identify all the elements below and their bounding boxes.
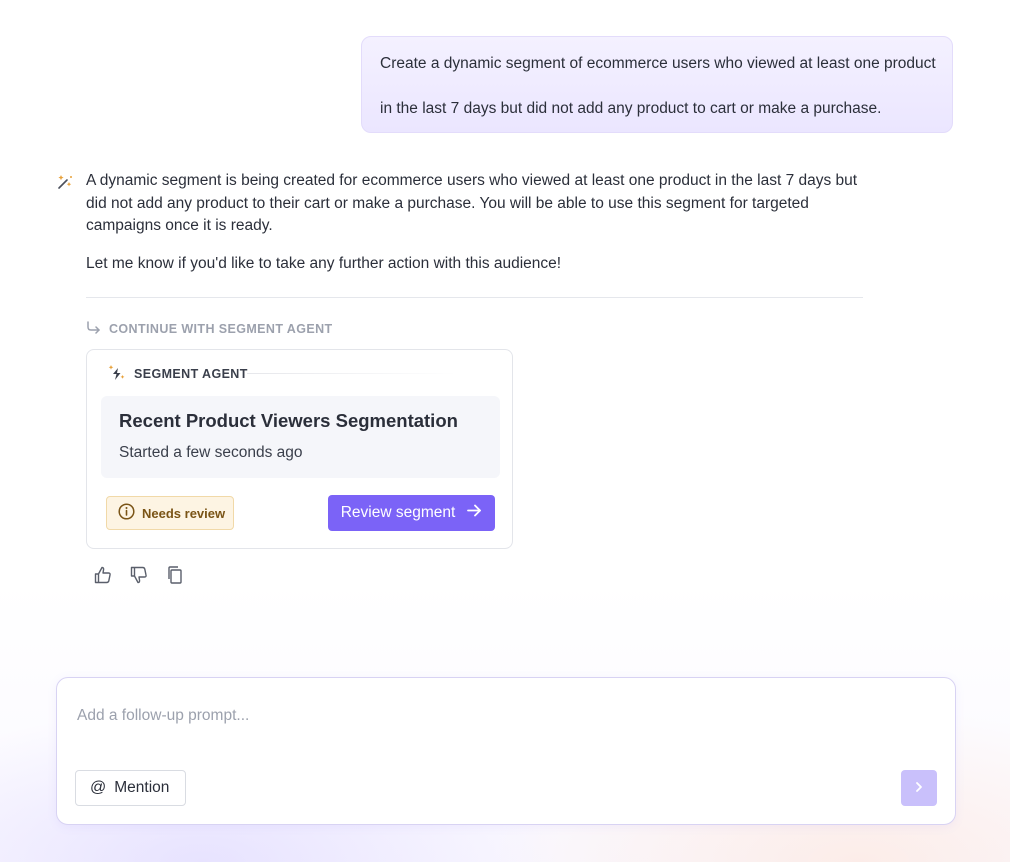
segment-summary: Recent Product Viewers Segmentation Star… xyxy=(101,396,500,478)
chevron-right-icon xyxy=(914,781,924,796)
continue-with-agent-label: CONTINUE WITH SEGMENT AGENT xyxy=(86,320,333,338)
divider xyxy=(86,297,863,298)
mention-button[interactable]: @ Mention xyxy=(75,770,186,806)
copy-icon[interactable] xyxy=(165,565,185,585)
user-message-line-2: in the last 7 days but did not add any p… xyxy=(380,100,882,117)
thumbs-down-icon[interactable] xyxy=(129,565,149,585)
reply-arrow-icon xyxy=(86,321,101,337)
assistant-message: A dynamic segment is being created for e… xyxy=(86,170,866,275)
assistant-paragraph-2: Let me know if you'd like to take any fu… xyxy=(86,254,562,272)
message-actions xyxy=(93,565,185,585)
send-button[interactable] xyxy=(901,770,937,806)
mention-label: Mention xyxy=(114,779,170,796)
review-segment-button[interactable]: Review segment xyxy=(328,495,495,531)
segment-started-time: Started a few seconds ago xyxy=(119,444,303,461)
assistant-paragraph-1: A dynamic segment is being created for e… xyxy=(86,172,858,234)
status-badge: Needs review xyxy=(106,496,234,530)
segment-agent-card: SEGMENT AGENT Recent Product Viewers Seg… xyxy=(86,349,513,549)
header-rule xyxy=(247,373,457,374)
at-sign-icon: @ xyxy=(90,779,107,796)
prompt-composer: @ Mention xyxy=(56,677,956,825)
info-icon xyxy=(118,503,135,523)
continue-label-text: CONTINUE WITH SEGMENT AGENT xyxy=(109,322,333,336)
status-badge-label: Needs review xyxy=(142,505,226,521)
follow-up-prompt-input[interactable] xyxy=(77,704,917,728)
arrow-right-icon xyxy=(467,504,482,522)
segment-title: Recent Product Viewers Segmentation xyxy=(119,410,458,431)
agent-card-header: SEGMENT AGENT xyxy=(107,364,248,384)
magic-wand-icon xyxy=(56,173,74,191)
thumbs-up-icon[interactable] xyxy=(93,565,113,585)
sparkle-bolt-icon xyxy=(107,363,126,385)
user-message-bubble: Create a dynamic segment of ecommerce us… xyxy=(361,36,953,133)
user-message-line-1: Create a dynamic segment of ecommerce us… xyxy=(380,55,936,72)
review-segment-label: Review segment xyxy=(340,504,456,521)
agent-card-header-text: SEGMENT AGENT xyxy=(134,367,248,381)
